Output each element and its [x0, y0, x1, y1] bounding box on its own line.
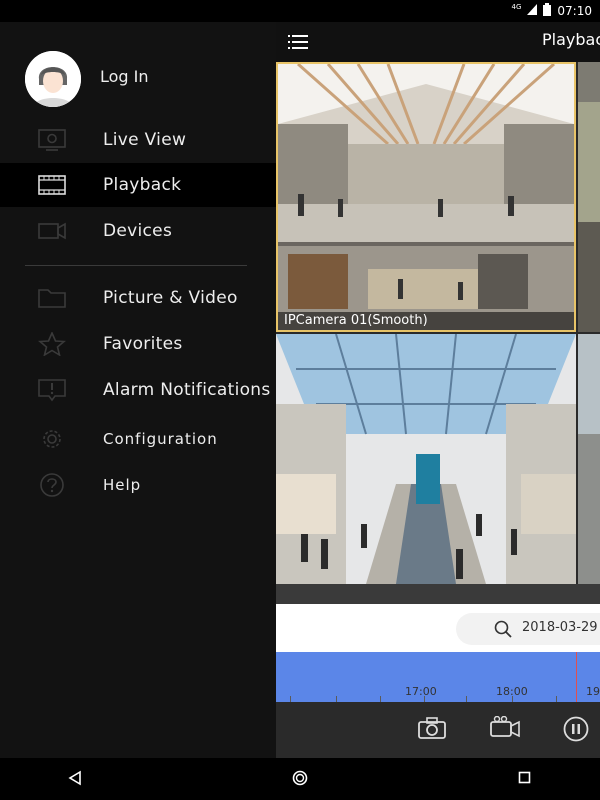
pause-icon[interactable]: [563, 716, 589, 746]
nav-item-favorites[interactable]: Favorites: [0, 322, 276, 366]
camera-tile-2[interactable]: [578, 62, 600, 332]
timeline-label: 19: [586, 685, 600, 698]
folder-icon: [38, 286, 66, 310]
nav-label: Devices: [103, 221, 173, 241]
status-bar: 4G 07:10: [0, 0, 600, 22]
live-view-icon: [38, 128, 66, 152]
timeline[interactable]: 17:00 18:00 19: [276, 652, 600, 702]
home-icon[interactable]: [292, 770, 308, 790]
nav-item-help[interactable]: Help: [0, 463, 276, 507]
record-icon[interactable]: [490, 715, 520, 744]
camera-icon: [38, 219, 66, 243]
page-title: Playback: [542, 30, 600, 49]
nav-item-alarm-notifications[interactable]: Alarm Notifications: [0, 368, 276, 412]
playback-toolbar: [276, 702, 600, 758]
avatar: [25, 51, 81, 107]
drawer-divider: [25, 265, 247, 266]
alarm-icon: [38, 378, 66, 402]
camera-tile-3[interactable]: [276, 334, 576, 584]
battery-icon: [543, 3, 552, 19]
nav-item-playback[interactable]: Playback: [0, 163, 276, 207]
clock: 07:10: [557, 4, 592, 18]
search-icon: [494, 620, 512, 642]
login-label: Log In: [100, 67, 149, 86]
camera-tile-4[interactable]: [578, 334, 600, 584]
camera-tile-1[interactable]: IPCamera 01(Smooth): [276, 62, 576, 332]
network-type: 4G: [511, 3, 522, 11]
date-bar: 2018-03-29: [276, 604, 600, 652]
nav-item-devices[interactable]: Devices: [0, 209, 276, 253]
camera-feed-image: [276, 334, 576, 584]
snapshot-icon[interactable]: [418, 716, 446, 744]
nav-label: Help: [103, 476, 142, 494]
timeline-label: 17:00: [405, 685, 437, 698]
film-icon: [38, 173, 66, 197]
gear-icon: [38, 427, 66, 451]
nav-item-configuration[interactable]: Configuration: [0, 417, 276, 461]
menu-icon[interactable]: [288, 34, 308, 50]
help-icon: [38, 473, 66, 497]
system-navigation-bar: [0, 758, 600, 800]
star-icon: [37, 331, 67, 357]
playback-screen: Playback: [276, 22, 600, 758]
navigation-drawer: Log In Live View Playback Devices Pictur…: [0, 22, 276, 758]
nav-item-picture-video[interactable]: Picture & Video: [0, 276, 276, 320]
date-search-field[interactable]: 2018-03-29: [456, 613, 600, 645]
nav-label: Favorites: [103, 334, 183, 354]
camera-grid: IPCamera 01(Smooth): [276, 62, 600, 584]
nav-label: Configuration: [103, 430, 218, 448]
nav-label: Picture & Video: [103, 288, 238, 308]
nav-label: Alarm Notifications: [103, 380, 271, 400]
recents-icon[interactable]: [518, 770, 532, 789]
timeline-cursor[interactable]: [576, 652, 577, 702]
date-value: 2018-03-29: [522, 620, 598, 635]
camera-label: IPCamera 01(Smooth): [278, 312, 574, 330]
profile-header[interactable]: Log In: [0, 22, 276, 122]
signal-icon: [527, 4, 538, 18]
top-bar: Playback: [276, 22, 600, 62]
timeline-label: 18:00: [496, 685, 528, 698]
nav-label: Playback: [103, 175, 182, 195]
nav-item-live-view[interactable]: Live View: [0, 118, 276, 162]
grid-footer-strip: [276, 584, 600, 604]
back-icon[interactable]: [68, 770, 82, 790]
nav-label: Live View: [103, 130, 187, 150]
camera-feed-image: [278, 64, 574, 330]
